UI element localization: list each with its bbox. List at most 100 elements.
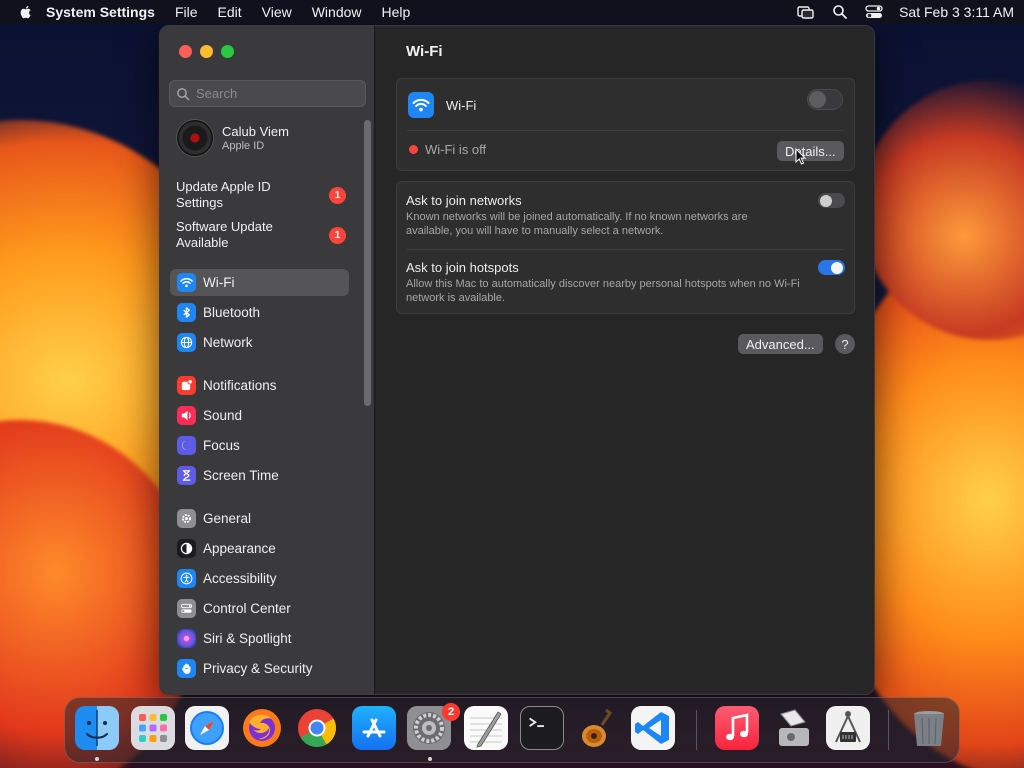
hand-icon	[177, 659, 196, 678]
menu-help[interactable]: Help	[382, 4, 411, 20]
sidebar-item-privacy-security[interactable]: Privacy & Security	[170, 655, 349, 682]
close-window-button[interactable]	[179, 45, 192, 58]
sidebar-item-bluetooth[interactable]: Bluetooth	[170, 299, 349, 326]
menu-clock[interactable]: Sat Feb 3 3:11 AM	[899, 4, 1014, 20]
ask-join-hotspots-toggle[interactable]	[818, 260, 845, 275]
sidebar-item-label: Control Center	[203, 601, 291, 616]
sidebar-item-appearance[interactable]: Appearance	[170, 535, 349, 562]
apple-id-profile[interactable]: Calub Viem Apple ID	[176, 119, 289, 157]
firefox-app-icon[interactable]	[240, 706, 284, 750]
notification-badge: 1	[329, 226, 346, 244]
ask-join-hotspots-description: Allow this Mac to automatically discover…	[406, 278, 800, 304]
menu-edit[interactable]: Edit	[218, 4, 242, 20]
mouse-pointer-icon	[795, 148, 807, 165]
ask-join-networks-label: Ask to join networks	[406, 193, 522, 208]
apple-menu-icon[interactable]	[18, 4, 34, 20]
zoom-window-button[interactable]	[221, 45, 234, 58]
sidebar-item-label: Wi-Fi	[203, 275, 235, 290]
speaker-icon	[177, 406, 196, 425]
sidebar-item-notifications[interactable]: Notifications	[170, 372, 349, 399]
advanced-button[interactable]: Advanced...	[738, 334, 823, 354]
sidebar-item-label: Privacy & Security	[203, 661, 313, 676]
wifi-card: Wi-Fi Wi-Fi is off Details...	[396, 78, 855, 171]
sidebar-item-general[interactable]: General	[170, 505, 349, 532]
menu-view[interactable]: View	[262, 4, 292, 20]
textedit-app-icon[interactable]	[464, 706, 508, 750]
sidebar-item-siri-spotlight[interactable]: Siri & Spotlight	[170, 625, 349, 652]
window-controls	[179, 45, 234, 58]
vscode-app-icon[interactable]	[631, 706, 675, 750]
disk-utility-app-icon[interactable]	[771, 706, 815, 750]
gear-icon	[177, 509, 196, 528]
launchpad-app-icon[interactable]	[131, 706, 175, 750]
control-center-icon[interactable]	[865, 4, 883, 20]
finder-app-icon[interactable]	[75, 706, 119, 750]
notification-badge: 1	[329, 186, 346, 204]
garageband-app-icon[interactable]	[576, 706, 620, 750]
wifi-icon	[177, 273, 196, 292]
help-button[interactable]: ?	[835, 334, 855, 354]
profile-name: Calub Viem	[222, 124, 289, 139]
sidebar-search	[169, 80, 366, 107]
bluetooth-icon	[177, 303, 196, 322]
sidebar-item-sound[interactable]: Sound	[170, 402, 349, 429]
screen-mirroring-icon[interactable]	[797, 4, 815, 20]
notice-label: Update Apple ID Settings	[176, 179, 271, 210]
dock-separator	[696, 710, 697, 750]
dock-separator	[888, 710, 889, 750]
wifi-icon	[408, 92, 434, 118]
notification-badge: 2	[442, 703, 460, 721]
sidebar-item-label: Screen Time	[203, 468, 279, 483]
sidebar-item-network[interactable]: Network	[170, 329, 349, 356]
profile-subtitle: Apple ID	[222, 140, 265, 152]
sidebar-item-label: Notifications	[203, 378, 277, 393]
sidebar-scrollbar[interactable]	[364, 120, 371, 406]
hourglass-icon	[177, 466, 196, 485]
sidebar-item-screen-time[interactable]: Screen Time	[170, 462, 349, 489]
sidebar-item-wifi[interactable]: Wi-Fi	[170, 269, 349, 296]
menu-file[interactable]: File	[175, 4, 198, 20]
wifi-toggle[interactable]	[807, 89, 843, 110]
notice-update-apple-id[interactable]: Update Apple ID Settings 1	[176, 179, 346, 211]
sidebar-item-label: General	[203, 511, 252, 526]
sidebar-item-label: Focus	[203, 438, 240, 453]
chrome-app-icon[interactable]	[295, 706, 339, 750]
sidebar-item-focus[interactable]: Focus	[170, 432, 349, 459]
control-center-icon	[177, 599, 196, 618]
minimize-window-button[interactable]	[200, 45, 213, 58]
running-indicator	[95, 757, 99, 761]
ask-join-networks-description: Known networks will be joined automatica…	[406, 211, 748, 237]
system-settings-window: Calub Viem Apple ID Update Apple ID Sett…	[159, 25, 875, 695]
ask-join-hotspots-label: Ask to join hotspots	[406, 260, 519, 275]
status-indicator	[409, 145, 418, 154]
trash-icon[interactable]	[907, 706, 951, 750]
menu-app-name[interactable]: System Settings	[46, 4, 155, 20]
spotlight-search-icon[interactable]	[831, 4, 849, 20]
menu-bar: System Settings File Edit View Window He…	[0, 0, 1024, 24]
system-information-app-icon[interactable]	[826, 706, 870, 750]
main-pane: Wi-Fi Wi-Fi Wi-Fi is off Details... Ask …	[376, 26, 874, 694]
details-button[interactable]: Details...	[777, 141, 844, 161]
terminal-app-icon[interactable]	[520, 706, 564, 750]
sidebar-item-label: Appearance	[203, 541, 276, 556]
music-app-icon[interactable]	[715, 706, 759, 750]
sidebar-item-accessibility[interactable]: Accessibility	[170, 565, 349, 592]
notice-label: Software Update Available	[176, 219, 273, 250]
running-indicator	[428, 757, 432, 761]
bell-icon	[177, 376, 196, 395]
sidebar-item-label: Siri & Spotlight	[203, 631, 292, 646]
search-icon	[177, 87, 190, 100]
dock: 2	[64, 697, 960, 763]
menu-window[interactable]: Window	[312, 4, 362, 20]
app-store-app-icon[interactable]	[352, 706, 396, 750]
sidebar-item-label: Bluetooth	[203, 305, 261, 320]
sidebar-item-control-center[interactable]: Control Center	[170, 595, 349, 622]
moon-icon	[177, 436, 196, 455]
avatar	[176, 119, 214, 157]
wifi-label: Wi-Fi	[446, 98, 477, 113]
notice-software-update[interactable]: Software Update Available 1	[176, 219, 346, 251]
safari-app-icon[interactable]	[185, 706, 229, 750]
search-input[interactable]	[196, 86, 356, 101]
ask-join-networks-toggle[interactable]	[818, 193, 845, 208]
sidebar-item-label: Sound	[203, 408, 243, 423]
